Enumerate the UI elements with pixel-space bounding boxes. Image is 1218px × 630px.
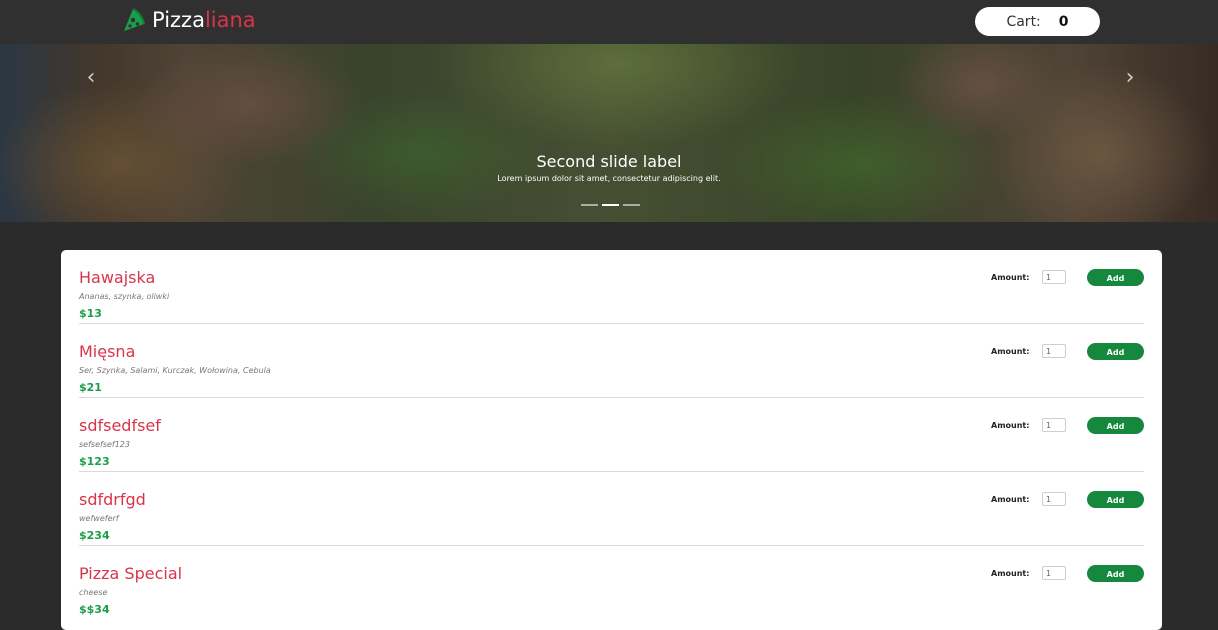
pizza-slice-icon xyxy=(124,8,145,31)
item-name: Hawajska xyxy=(79,268,156,287)
menu-item: Pizza Special cheese $$34 Amount: Add xyxy=(79,546,1144,620)
menu-item: Mięsna Ser, Szynka, Salami, Kurczak, Woł… xyxy=(79,324,1144,398)
hero-carousel: ‹ › Second slide label Lorem ipsum dolor… xyxy=(0,44,1218,222)
brand-name: Pizzaliana xyxy=(152,7,256,33)
carousel-indicator-1[interactable] xyxy=(581,204,598,206)
amount-label: Amount: xyxy=(991,273,1030,282)
brand-logo[interactable]: Pizzaliana xyxy=(121,7,256,33)
amount-input[interactable] xyxy=(1042,418,1066,432)
carousel-caption: Second slide label Lorem ipsum dolor sit… xyxy=(0,152,1218,186)
item-price: $$34 xyxy=(79,603,110,616)
amount-input[interactable] xyxy=(1042,270,1066,284)
amount-label: Amount: xyxy=(991,569,1030,578)
item-price: $123 xyxy=(79,455,110,468)
cart-count: 0 xyxy=(1058,13,1069,30)
carousel-image xyxy=(0,44,1218,222)
amount-input[interactable] xyxy=(1042,344,1066,358)
add-button[interactable]: Add xyxy=(1087,491,1144,508)
carousel-indicator-3[interactable] xyxy=(623,204,640,206)
add-button[interactable]: Add xyxy=(1087,565,1144,582)
menu-item: Hawajska Ananas, szynka, oliwki $13 Amou… xyxy=(79,250,1144,324)
slide-text: Lorem ipsum dolor sit amet, consectetur … xyxy=(497,174,721,183)
carousel-indicators xyxy=(581,204,640,206)
item-description: Ananas, szynka, oliwki xyxy=(79,292,170,301)
item-name: sdfdrfgd xyxy=(79,490,146,509)
cart-button[interactable]: Cart: 0 xyxy=(975,7,1100,36)
item-price: $21 xyxy=(79,381,102,394)
item-price: $13 xyxy=(79,307,102,320)
carousel-indicator-2[interactable] xyxy=(602,204,619,206)
item-description: wefweferf xyxy=(79,514,119,523)
amount-input[interactable] xyxy=(1042,492,1066,506)
amount-input[interactable] xyxy=(1042,566,1066,580)
item-name: sdfsedfsef xyxy=(79,416,161,435)
add-button[interactable]: Add xyxy=(1087,269,1144,286)
item-description: Ser, Szynka, Salami, Kurczak, Wołowina, … xyxy=(79,366,271,375)
menu-item: sdfdrfgd wefweferf $234 Amount: Add xyxy=(79,472,1144,546)
brand-name-part2: liana xyxy=(204,8,256,32)
amount-label: Amount: xyxy=(991,495,1030,504)
chevron-right-icon[interactable]: › xyxy=(1120,66,1140,90)
amount-label: Amount: xyxy=(991,347,1030,356)
amount-label: Amount: xyxy=(991,421,1030,430)
menu-item: sdfsedfsef sefsefsef123 $123 Amount: Add xyxy=(79,398,1144,472)
item-price: $234 xyxy=(79,529,110,542)
item-description: sefsefsef123 xyxy=(79,440,130,449)
chevron-left-icon[interactable]: ‹ xyxy=(81,66,101,90)
item-name: Mięsna xyxy=(79,342,136,361)
cart-label: Cart: xyxy=(1006,13,1041,30)
item-name: Pizza Special xyxy=(79,564,183,583)
menu-list: Hawajska Ananas, szynka, oliwki $13 Amou… xyxy=(61,250,1162,630)
item-description: cheese xyxy=(79,588,108,597)
add-button[interactable]: Add xyxy=(1087,417,1144,434)
navbar: Pizzaliana Cart: 0 xyxy=(0,0,1218,44)
brand-name-part1: Pizza xyxy=(152,8,205,32)
slide-title: Second slide label xyxy=(536,152,682,171)
add-button[interactable]: Add xyxy=(1087,343,1144,360)
